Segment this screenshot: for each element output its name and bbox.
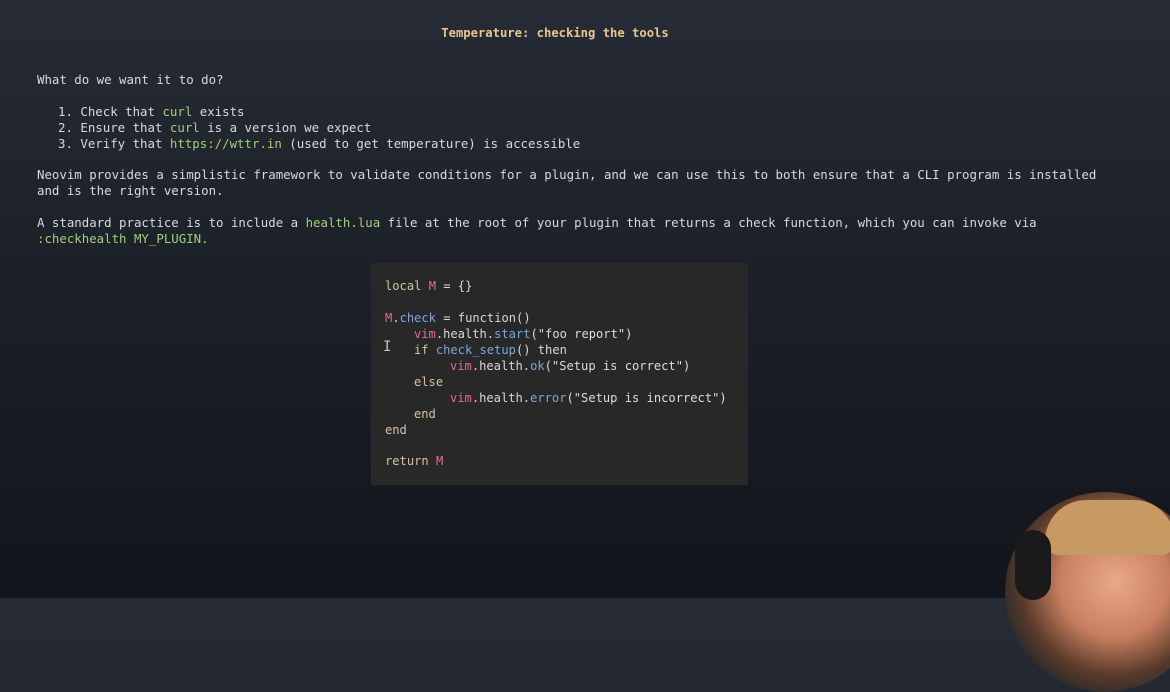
inline-code: curl	[162, 104, 193, 119]
code-line: vim.health.error("Setup is incorrect")	[450, 391, 727, 405]
code-line: end	[414, 407, 436, 421]
list-item: 3. Verify that https://wttr.in (used to …	[58, 136, 580, 152]
paragraph-line: A standard practice is to include a heal…	[37, 215, 1037, 231]
text-cursor-icon: I	[383, 339, 392, 355]
list-item-text: (used to get temperature) is accessible	[281, 136, 581, 151]
paragraph-line: Neovim provides a simplistic framework t…	[37, 167, 1097, 182]
code-line: M.check = function()	[385, 311, 531, 325]
inline-code-link[interactable]: https://wttr.in	[170, 136, 282, 151]
paragraph-line: and is the right version.	[37, 183, 224, 198]
inline-code: :checkhealth MY_PLUGIN.	[37, 231, 209, 246]
code-line: return M	[385, 454, 444, 468]
list-item: 1. Check that curl exists	[58, 104, 245, 120]
code-line: end	[385, 423, 407, 437]
list-item-text: 1. Check that	[58, 104, 163, 119]
list-item: 2. Ensure that curl is a version we expe…	[58, 120, 371, 136]
list-item-text: exists	[192, 104, 245, 119]
inline-code: curl	[169, 120, 200, 135]
paragraph-text: A standard practice is to include a	[37, 215, 306, 230]
slide-title: Temperature: checking the tools	[441, 26, 669, 40]
code-line: local M = {}	[385, 279, 473, 293]
code-line: vim.health.start("foo report")	[414, 327, 633, 341]
headphone-icon	[1015, 530, 1051, 600]
webcam-hair	[1045, 500, 1170, 555]
list-item-text: is a version we expect	[199, 120, 372, 135]
intro-text: What do we want it to do?	[37, 72, 224, 87]
code-block: local M = {} M.check = function() vim.he…	[371, 263, 748, 485]
code-line: vim.health.ok("Setup is correct")	[450, 359, 691, 373]
paragraph-text: file at the root of your plugin that ret…	[380, 215, 1037, 230]
code-line: else	[414, 375, 444, 389]
list-item-text: 2. Ensure that	[58, 120, 170, 135]
code-line: if check_setup() then	[414, 343, 567, 357]
list-item-text: 3. Verify that	[58, 136, 170, 151]
inline-code: health.lua	[305, 215, 381, 230]
